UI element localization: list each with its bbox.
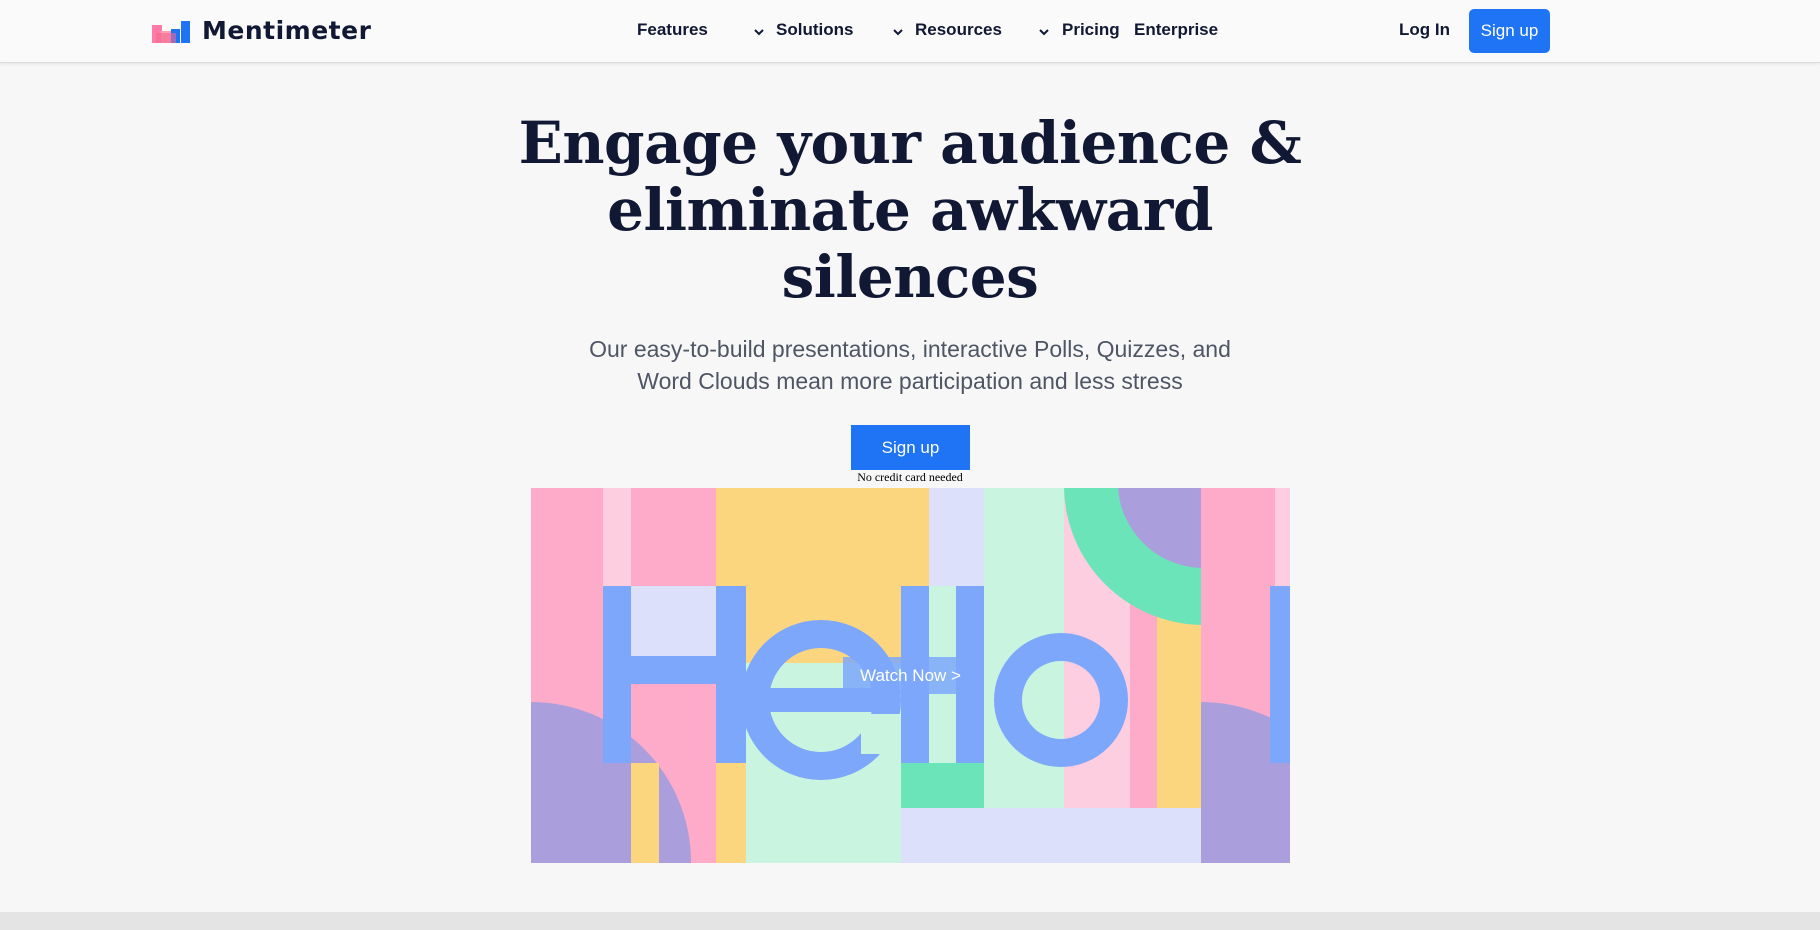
logo-wordmark: Mentimeter xyxy=(202,16,372,45)
hero-video[interactable]: Watch Now > xyxy=(531,488,1290,863)
chevron-down-icon[interactable] xyxy=(752,25,766,39)
chevron-down-icon[interactable] xyxy=(1037,25,1051,39)
next-section-edge xyxy=(0,912,1820,930)
nav-pricing-label: Pricing xyxy=(1062,20,1120,39)
nav-resources-label: Resources xyxy=(915,20,1002,39)
nav-features-label: Features xyxy=(637,20,708,39)
header-signup-button[interactable]: Sign up xyxy=(1469,9,1550,53)
login-link[interactable]: Log In xyxy=(1399,20,1450,40)
nav-resources[interactable]: Resources xyxy=(915,20,1002,40)
nav-enterprise-label: Enterprise xyxy=(1134,20,1219,39)
hero-subtitle: Our easy-to-build presentations, interac… xyxy=(589,336,1231,394)
watch-now-button[interactable]: Watch Now > xyxy=(843,657,978,694)
nav-solutions[interactable]: Solutions xyxy=(776,20,853,40)
hero-signup-button[interactable]: Sign up xyxy=(851,425,970,470)
mentimeter-logo[interactable]: Mentimeter xyxy=(152,16,371,45)
nav-features[interactable]: Features xyxy=(637,20,708,40)
site-header: Mentimeter Features Solutions Resources … xyxy=(0,0,1820,63)
nav-pricing[interactable]: Pricing xyxy=(1062,20,1120,40)
chevron-down-icon[interactable] xyxy=(891,25,905,39)
nav-enterprise[interactable]: Enterprise xyxy=(1134,20,1218,40)
nav-solutions-label: Solutions xyxy=(776,20,854,39)
no-credit-card-note: No credit card needed xyxy=(857,470,963,484)
mentimeter-bars-icon xyxy=(152,20,190,43)
hero-title: Engage your audience & eliminate awkward… xyxy=(518,109,1302,311)
